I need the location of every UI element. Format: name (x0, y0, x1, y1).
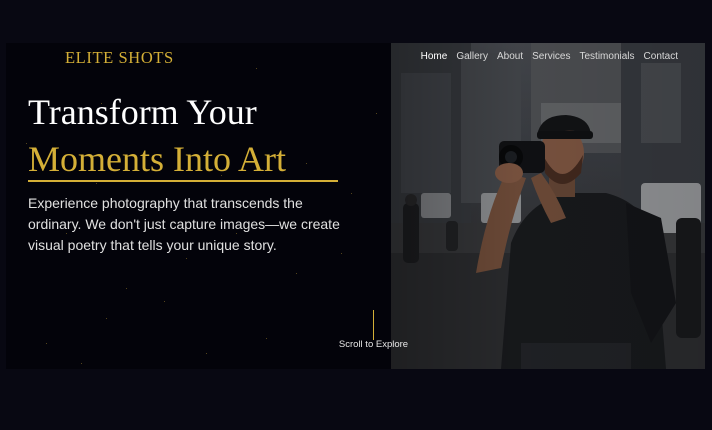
star-dot (186, 258, 187, 259)
scroll-to-explore[interactable]: Scroll to Explore (336, 339, 411, 350)
star-dot (266, 338, 267, 339)
star-dot (26, 143, 27, 144)
hero-section: ELITE SHOTS Home Gallery About Services … (6, 43, 705, 369)
star-dot (46, 343, 47, 344)
star-dot (126, 288, 127, 289)
star-dot (106, 318, 107, 319)
hero-description: Experience photography that transcends t… (28, 195, 340, 253)
main-nav: Home Gallery About Services Testimonials… (421, 51, 678, 62)
star-dot (296, 273, 297, 274)
star-dot (81, 363, 82, 364)
star-dot (376, 113, 377, 114)
nav-item-services[interactable]: Services (532, 51, 570, 62)
nav-item-testimonials[interactable]: Testimonials (580, 51, 635, 62)
hero-title-line2: Moments Into Art (28, 139, 286, 179)
nav-item-home[interactable]: Home (421, 51, 448, 62)
nav-item-gallery[interactable]: Gallery (456, 51, 488, 62)
title-underline (28, 180, 338, 182)
star-dot (96, 183, 97, 184)
nav-item-contact[interactable]: Contact (644, 51, 678, 62)
star-dot (164, 301, 165, 302)
hero-title-line1: Transform Your (28, 92, 257, 132)
nav-item-about[interactable]: About (497, 51, 523, 62)
star-dot (306, 163, 307, 164)
scroll-indicator-line (373, 310, 374, 340)
star-dot (256, 68, 257, 69)
photo-overlay (391, 43, 705, 369)
brand-logo[interactable]: ELITE SHOTS (65, 48, 174, 68)
star-dot (206, 353, 207, 354)
hero-photo (391, 43, 705, 369)
